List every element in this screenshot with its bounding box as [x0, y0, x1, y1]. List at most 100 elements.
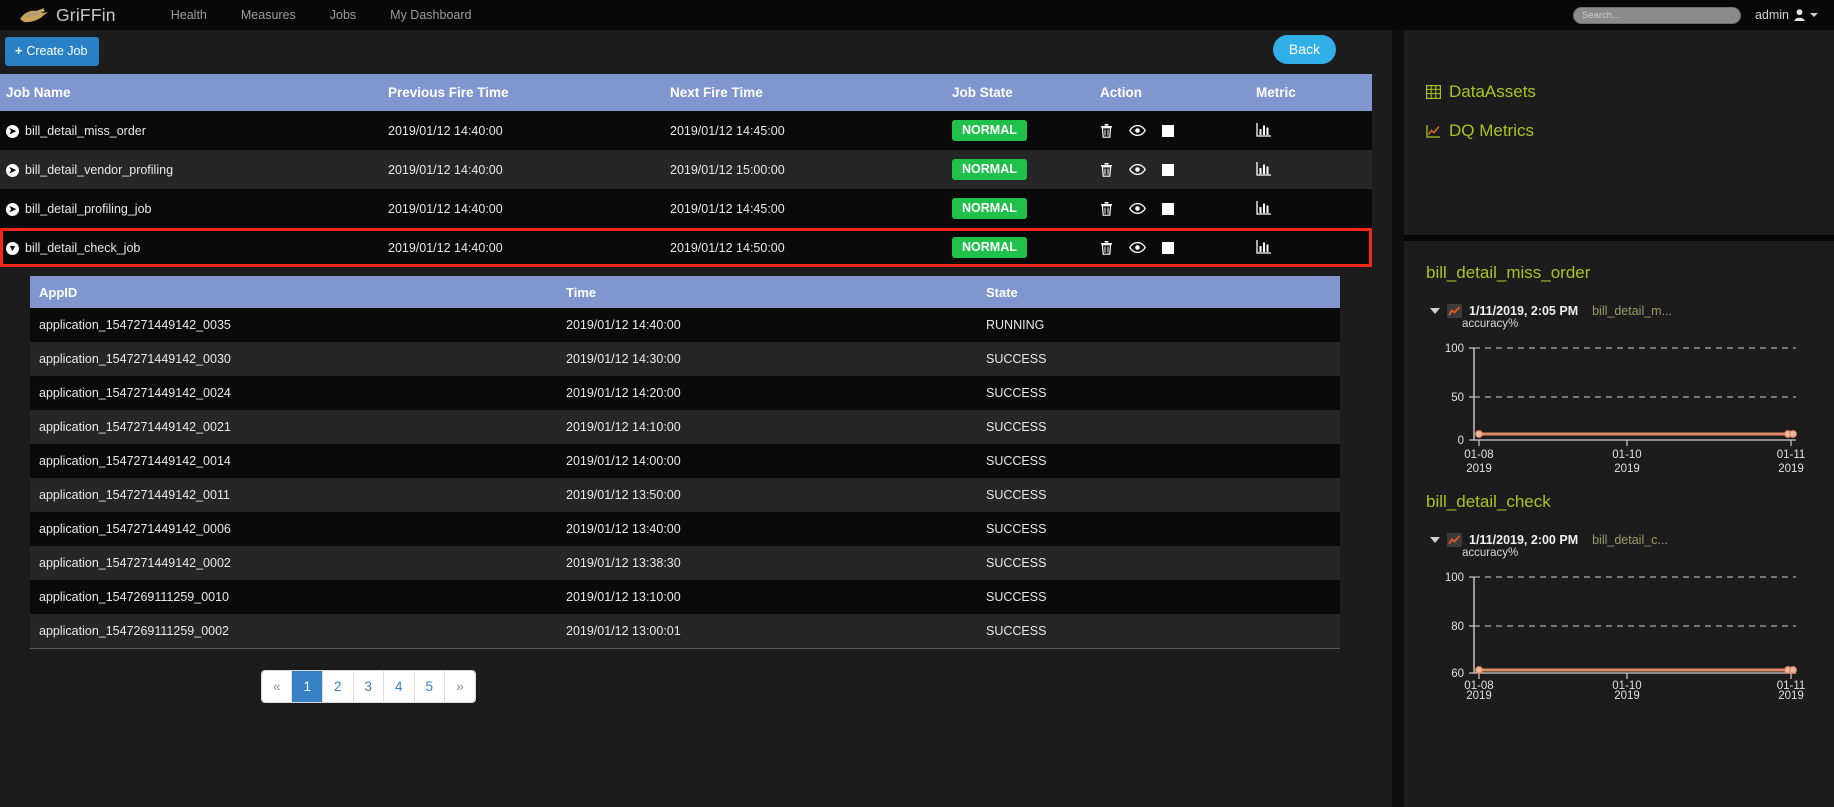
list-item[interactable]: application_1547271449142_0002 2019/01/1… [30, 546, 1340, 580]
nav-link-jobs[interactable]: Jobs [313, 0, 373, 30]
right-sidebar: DataAssets DQ Metrics bill_detail_miss_o… [1392, 30, 1834, 807]
list-item[interactable]: application_1547271449142_0021 2019/01/1… [30, 410, 1340, 444]
toolbar: + Create Job Back [0, 30, 1392, 74]
pagination-page-2[interactable]: 2 [322, 670, 354, 702]
sidebar-link-dataassets[interactable]: DataAssets [1426, 82, 1834, 102]
appid-time: 2019/01/12 14:00:00 [566, 454, 681, 468]
status-badge: NORMAL [952, 198, 1027, 219]
pagination-prev[interactable]: « [261, 670, 293, 702]
bar-chart-icon[interactable] [1256, 200, 1272, 218]
list-item[interactable]: application_1547271449142_0035 2019/01/1… [30, 308, 1340, 342]
appid-col-time[interactable]: Time [557, 276, 977, 308]
search-input[interactable] [1572, 6, 1741, 24]
job-prev-fire-time: 2019/01/12 14:40:00 [388, 123, 503, 138]
svg-text:01-11: 01-11 [1777, 680, 1806, 690]
appid-table-head: AppID Time State [30, 276, 1340, 308]
appid-col-appid[interactable]: AppID [30, 276, 557, 308]
appid-time: 2019/01/12 14:10:00 [566, 420, 681, 434]
pagination-page-5[interactable]: 5 [414, 670, 446, 702]
pagination-page-1[interactable]: 1 [292, 670, 323, 702]
appid-time: 2019/01/12 14:20:00 [566, 386, 681, 400]
create-job-button[interactable]: + Create Job [5, 37, 100, 66]
table-row-selected[interactable]: ▼ bill_detail_check_job 2019/01/12 14:40… [0, 228, 1372, 267]
sidebar-link-label: DQ Metrics [1449, 121, 1534, 140]
chevron-right-circle-icon[interactable]: ➤ [6, 202, 19, 216]
list-item[interactable]: application_1547271449142_0030 2019/01/1… [30, 342, 1340, 376]
bar-chart-icon[interactable] [1256, 161, 1272, 179]
appid-state: SUCCESS [986, 352, 1047, 366]
triangle-down-icon[interactable] [1430, 308, 1440, 314]
chart-meta-name: bill_detail_m... [1592, 304, 1673, 318]
jobs-table-body: ➤ bill_detail_miss_order 2019/01/12 14:4… [0, 111, 1372, 267]
appid-time: 2019/01/12 13:40:00 [566, 522, 681, 536]
triangle-down-icon[interactable] [1430, 537, 1440, 543]
svg-text:2019: 2019 [1466, 463, 1492, 475]
svg-text:2019: 2019 [1466, 690, 1492, 702]
chevron-right-circle-icon[interactable]: ➤ [6, 124, 19, 138]
user-icon [1794, 9, 1805, 21]
chart-meta-date: 1/11/2019, 2:05 PM [1469, 304, 1579, 318]
pagination-page-3[interactable]: 3 [353, 670, 385, 702]
nav-link-health[interactable]: Health [154, 0, 224, 30]
back-button[interactable]: Back [1272, 35, 1336, 64]
eye-icon[interactable] [1129, 241, 1146, 254]
chart-meta-name: bill_detail_c... [1592, 533, 1668, 547]
pagination-next[interactable]: » [445, 670, 476, 702]
stop-square-icon[interactable] [1162, 163, 1174, 176]
chart-block-check: bill_detail_check 1/11/2019, 2:00 PM bil… [1404, 476, 1834, 703]
list-item[interactable]: application_1547271449142_0006 2019/01/1… [30, 512, 1340, 546]
jobs-col-job-state[interactable]: Job State [952, 74, 1100, 111]
jobs-col-next-fire[interactable]: Next Fire Time [670, 74, 952, 111]
bar-chart-icon[interactable] [1256, 239, 1272, 257]
appid-value: application_1547271449142_0002 [39, 556, 231, 570]
sidebar-link-dq-metrics[interactable]: DQ Metrics [1426, 121, 1834, 141]
stop-square-icon[interactable] [1162, 124, 1174, 137]
stop-square-icon[interactable] [1162, 202, 1174, 215]
job-prev-fire-time: 2019/01/12 14:40:00 [388, 201, 503, 216]
appid-col-state[interactable]: State [977, 276, 1340, 308]
trash-icon[interactable] [1100, 240, 1113, 255]
list-item[interactable]: application_1547269111259_0010 2019/01/1… [30, 580, 1340, 614]
top-navbar: GriFFin Health Measures Jobs My Dashboar… [0, 0, 1834, 30]
jobs-col-prev-fire[interactable]: Previous Fire Time [388, 74, 670, 111]
eye-icon[interactable] [1129, 163, 1146, 176]
trash-icon[interactable] [1100, 201, 1113, 216]
status-badge: NORMAL [952, 120, 1027, 141]
appid-state: SUCCESS [986, 488, 1047, 502]
svg-text:2019: 2019 [1778, 463, 1804, 475]
line-chart-icon [1447, 533, 1462, 547]
list-item[interactable]: application_1547271449142_0024 2019/01/1… [30, 376, 1340, 410]
appid-time: 2019/01/12 14:40:00 [566, 318, 681, 332]
nav-link-measures[interactable]: Measures [224, 0, 313, 30]
list-item[interactable]: application_1547269111259_0002 2019/01/1… [30, 614, 1340, 648]
brand[interactable]: GriFFin [18, 5, 116, 26]
plus-icon: + [15, 44, 23, 58]
table-row[interactable]: ➤ bill_detail_profiling_job 2019/01/12 1… [0, 189, 1372, 228]
eye-icon[interactable] [1129, 124, 1146, 137]
pagination-page-4[interactable]: 4 [384, 670, 415, 702]
appid-value: application_1547271449142_0024 [39, 386, 231, 400]
svg-text:01-08: 01-08 [1464, 449, 1493, 461]
jobs-col-job-name[interactable]: Job Name [0, 74, 388, 111]
chart-meta-date: 1/11/2019, 2:00 PM [1469, 533, 1579, 547]
user-menu-label: admin [1754, 8, 1789, 22]
sidebar-link-label: DataAssets [1449, 82, 1536, 101]
list-item[interactable]: application_1547271449142_0014 2019/01/1… [30, 444, 1340, 478]
job-next-fire-time: 2019/01/12 14:45:00 [670, 201, 785, 216]
user-menu[interactable]: admin [1755, 8, 1818, 22]
chevron-right-circle-icon[interactable]: ➤ [6, 163, 19, 177]
table-row[interactable]: ➤ bill_detail_miss_order 2019/01/12 14:4… [0, 111, 1372, 150]
jobs-table: Job Name Previous Fire Time Next Fire Ti… [0, 74, 1372, 267]
eye-icon[interactable] [1129, 202, 1146, 215]
nav-link-my-dashboard[interactable]: My Dashboard [373, 0, 488, 30]
svg-text:01-10: 01-10 [1612, 449, 1641, 461]
bar-chart-icon[interactable] [1256, 122, 1272, 140]
appid-state: SUCCESS [986, 420, 1047, 434]
list-item[interactable]: application_1547271449142_0011 2019/01/1… [30, 478, 1340, 512]
chevron-down-circle-icon[interactable]: ▼ [6, 241, 19, 255]
trash-icon[interactable] [1100, 123, 1113, 138]
stop-square-icon[interactable] [1162, 241, 1174, 254]
svg-text:60: 60 [1451, 668, 1464, 680]
table-row[interactable]: ➤ bill_detail_vendor_profiling 2019/01/1… [0, 150, 1372, 189]
trash-icon[interactable] [1100, 162, 1113, 177]
